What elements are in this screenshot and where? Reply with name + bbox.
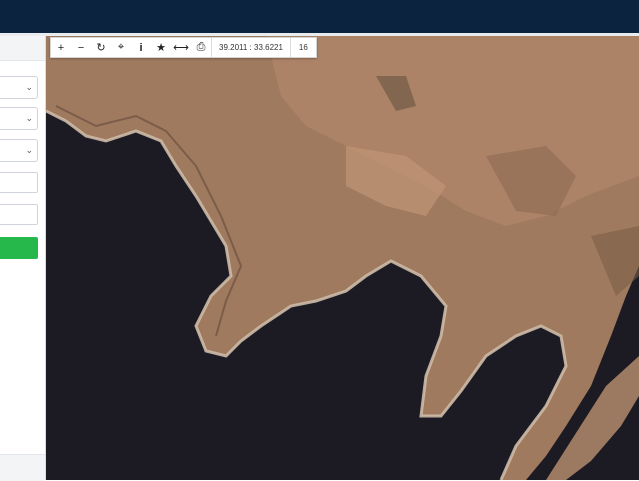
star-icon: ★	[156, 42, 166, 54]
sidebar-header	[0, 36, 45, 61]
coordinates-readout: 39.2011 : 33.6221	[219, 43, 283, 52]
chevron-down-icon: ⌄	[25, 145, 33, 155]
chevron-down-icon: ⌄	[25, 82, 33, 92]
minus-icon: −	[77, 41, 85, 54]
top-navbar	[0, 0, 639, 33]
zoom-level-readout: 16	[298, 43, 308, 52]
crosshair-icon: ⌖	[117, 41, 125, 53]
query-button[interactable]	[0, 237, 38, 259]
map-toolbar: + − ↻ ⌖ i ★ ⟷ ⎙ 39.2011 : 33.6221 16	[50, 37, 317, 58]
district-select[interactable]: ⌄	[0, 107, 38, 130]
plus-icon: +	[57, 41, 65, 54]
favorite-button[interactable]: ★	[151, 38, 171, 57]
zoom-in-button[interactable]: +	[51, 38, 71, 57]
neighborhood-select[interactable]: ⌄	[0, 139, 38, 162]
info-button[interactable]: i	[131, 38, 151, 57]
parcel-input[interactable]	[0, 204, 38, 225]
measure-button[interactable]: ⟷	[171, 38, 191, 57]
print-icon: ⎙	[196, 41, 206, 53]
refresh-button[interactable]: ↻	[91, 38, 111, 57]
info-icon: i	[139, 41, 143, 54]
province-select[interactable]: ⌄	[0, 76, 38, 99]
sidebar-panel: ⌄ ⌄ ⌄	[0, 36, 46, 481]
print-button[interactable]: ⎙	[191, 38, 211, 57]
locate-button[interactable]: ⌖	[111, 38, 131, 57]
chevron-down-icon: ⌄	[25, 113, 33, 123]
satellite-imagery	[46, 36, 639, 480]
zoom-out-button[interactable]: −	[71, 38, 91, 57]
sidebar-footer	[0, 454, 45, 481]
measure-icon: ⟷	[173, 42, 189, 54]
satellite-map[interactable]: + − ↻ ⌖ i ★ ⟷ ⎙ 39.2011 : 33.6221 16	[46, 36, 639, 480]
refresh-icon: ↻	[96, 42, 106, 54]
block-input[interactable]	[0, 172, 38, 193]
